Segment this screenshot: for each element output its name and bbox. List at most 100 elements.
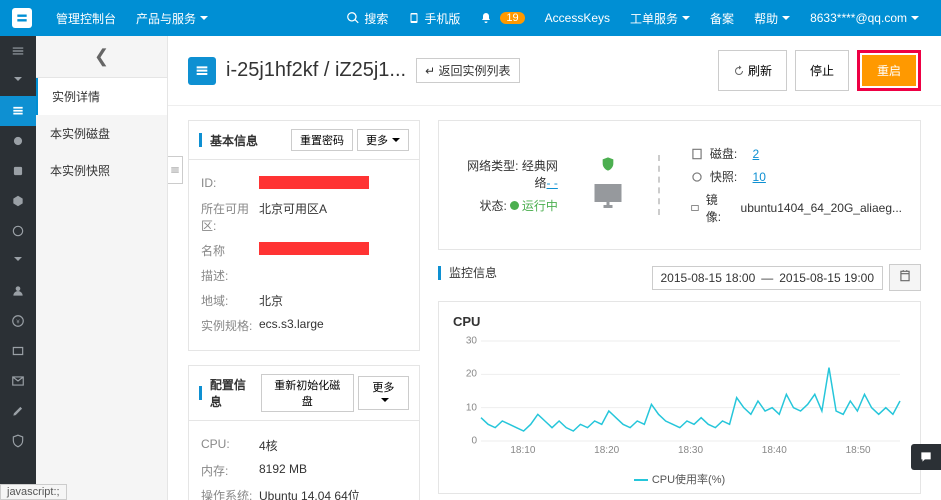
feedback-button[interactable]	[911, 444, 941, 470]
basic-info-panel: 基本信息 重置密码 更多 ID: 所在可用区:北京可用区A 名称 描述: 地域:…	[188, 120, 420, 351]
os-value: Ubuntu 14.04 64位	[259, 487, 407, 500]
sidebar-item-snapshot[interactable]: 本实例快照	[36, 152, 167, 189]
snapshot-link[interactable]: 10	[753, 170, 766, 184]
config-info-panel: 配置信息 重新初始化磁盘 更多 CPU:4核 内存:8192 MB 操作系统:U…	[188, 365, 420, 500]
caret-down-icon	[782, 11, 790, 25]
back-to-list[interactable]: ↵ 返回实例列表	[416, 58, 519, 83]
status-label: 状态:	[479, 199, 506, 213]
id-label: ID:	[201, 176, 259, 192]
time-range-picker[interactable]: 2015-08-15 18:00 — 2015-08-15 19:00	[652, 266, 884, 290]
calendar-icon	[898, 269, 912, 283]
snapshot-label: 快照:	[710, 168, 737, 185]
rail-item-3[interactable]	[0, 186, 36, 216]
search-icon	[346, 11, 360, 25]
rail-menu[interactable]	[0, 36, 36, 66]
bell-icon	[480, 11, 492, 25]
rail-item-2[interactable]	[0, 156, 36, 186]
notify-badge: 19	[500, 12, 524, 24]
stop-button[interactable]: 停止	[795, 50, 849, 91]
mem-label: 内存:	[201, 462, 259, 479]
search-link[interactable]: 搜索	[336, 0, 398, 36]
desc-value	[259, 267, 407, 284]
sidebar-item-detail[interactable]: 实例详情	[36, 78, 167, 115]
sidebar-item-disk[interactable]: 本实例磁盘	[36, 115, 167, 152]
restart-highlight: 重启	[857, 50, 921, 91]
rail-ecs[interactable]	[0, 96, 36, 126]
tickets-menu[interactable]: 工单服务	[620, 0, 700, 36]
beian-link[interactable]: 备案	[700, 0, 744, 36]
rail-expand[interactable]	[0, 66, 36, 96]
name-label: 名称	[201, 242, 259, 259]
disk-link[interactable]: 2	[753, 147, 760, 161]
time-sep: —	[761, 271, 773, 285]
main: i-25j1hf2kf / iZ25j1... ↵ 返回实例列表 刷新 停止 重…	[168, 36, 941, 500]
caret-down-icon	[682, 11, 690, 25]
os-label: 操作系统:	[201, 487, 259, 500]
zone-value: 北京可用区A	[259, 200, 407, 234]
rail-shield[interactable]	[0, 426, 36, 456]
reinit-disk-button[interactable]: 重新初始化磁盘	[261, 374, 354, 412]
reset-password-button[interactable]: 重置密码	[291, 129, 353, 151]
rail-user[interactable]	[0, 276, 36, 306]
cpu-value: 4核	[259, 437, 407, 454]
rail-item-1[interactable]	[0, 126, 36, 156]
console-link[interactable]: 管理控制台	[46, 0, 126, 36]
status-value: 运行中	[522, 199, 558, 213]
restart-button[interactable]: 重启	[862, 55, 916, 86]
help-menu[interactable]: 帮助	[744, 0, 800, 36]
monitor-icon	[588, 178, 628, 214]
svg-text:¥: ¥	[16, 319, 20, 325]
image-value: ubuntu1404_64_20G_aliaeg...	[741, 201, 902, 215]
region-label: 地域:	[201, 292, 259, 309]
image-label: 镜像:	[706, 191, 725, 225]
overview-panel: 网络类型: 经典网络- - 状态:运行中 磁盘: 2 快照: 10 镜像: ub…	[438, 120, 921, 250]
rail-item-4[interactable]	[0, 216, 36, 246]
status-dot-icon	[510, 201, 519, 210]
spec-value: ecs.s3.large	[259, 317, 407, 334]
disk-icon	[690, 147, 704, 161]
status-bar: javascript:;	[0, 484, 67, 500]
mobile-link[interactable]: 手机版	[398, 0, 470, 36]
logo[interactable]	[12, 8, 32, 28]
rail-item-5[interactable]	[0, 336, 36, 366]
net-more-link[interactable]: - -	[547, 176, 558, 190]
config-title: 配置信息	[210, 376, 257, 410]
time-to: 2015-08-15 19:00	[779, 271, 874, 285]
rail-billing[interactable]: ¥	[0, 306, 36, 336]
monitor-title: 监控信息	[449, 264, 497, 281]
cpu-label: CPU:	[201, 437, 259, 454]
user-menu[interactable]: 8633****@qq.com	[800, 0, 929, 36]
basic-more-button[interactable]: 更多	[357, 129, 409, 151]
top-bar: 管理控制台 产品与服务 搜索 手机版 19 AccessKeys 工单服务 备案…	[0, 0, 941, 36]
region-value: 北京	[259, 292, 407, 309]
products-menu[interactable]: 产品与服务	[126, 0, 218, 36]
rail-edit[interactable]	[0, 396, 36, 426]
page-header: i-25j1hf2kf / iZ25j1... ↵ 返回实例列表 刷新 停止 重…	[168, 36, 941, 106]
cpu-chart: CPU 010203018:1018:2018:3018:4018:50 CPU…	[438, 301, 921, 494]
caret-down-icon	[200, 11, 208, 25]
calendar-button[interactable]	[889, 264, 921, 291]
sidebar-back[interactable]: ❮	[36, 36, 167, 78]
refresh-button[interactable]: 刷新	[718, 50, 787, 91]
spec-label: 实例规格:	[201, 317, 259, 334]
notifications[interactable]: 19	[470, 0, 534, 36]
disk-label: 磁盘:	[710, 145, 737, 162]
rail-expand-2[interactable]	[0, 246, 36, 276]
name-value-redacted	[259, 242, 369, 255]
time-from: 2015-08-15 18:00	[661, 271, 756, 285]
access-keys-link[interactable]: AccessKeys	[535, 0, 620, 36]
sidebar-toggle[interactable]	[168, 156, 183, 184]
zone-label: 所在可用区:	[201, 200, 259, 234]
mem-value: 8192 MB	[259, 462, 407, 479]
rail-mail[interactable]	[0, 366, 36, 396]
snapshot-icon	[690, 170, 704, 184]
chart-legend: CPU使用率(%)	[453, 471, 906, 487]
chat-icon	[918, 450, 934, 464]
icon-rail: ¥	[0, 36, 36, 500]
config-more-button[interactable]: 更多	[358, 376, 409, 410]
id-value-redacted	[259, 176, 369, 189]
cpu-chart-title: CPU	[453, 314, 906, 329]
image-icon	[690, 201, 700, 215]
caret-down-icon	[911, 11, 919, 25]
net-type-label: 网络类型:	[467, 159, 518, 173]
